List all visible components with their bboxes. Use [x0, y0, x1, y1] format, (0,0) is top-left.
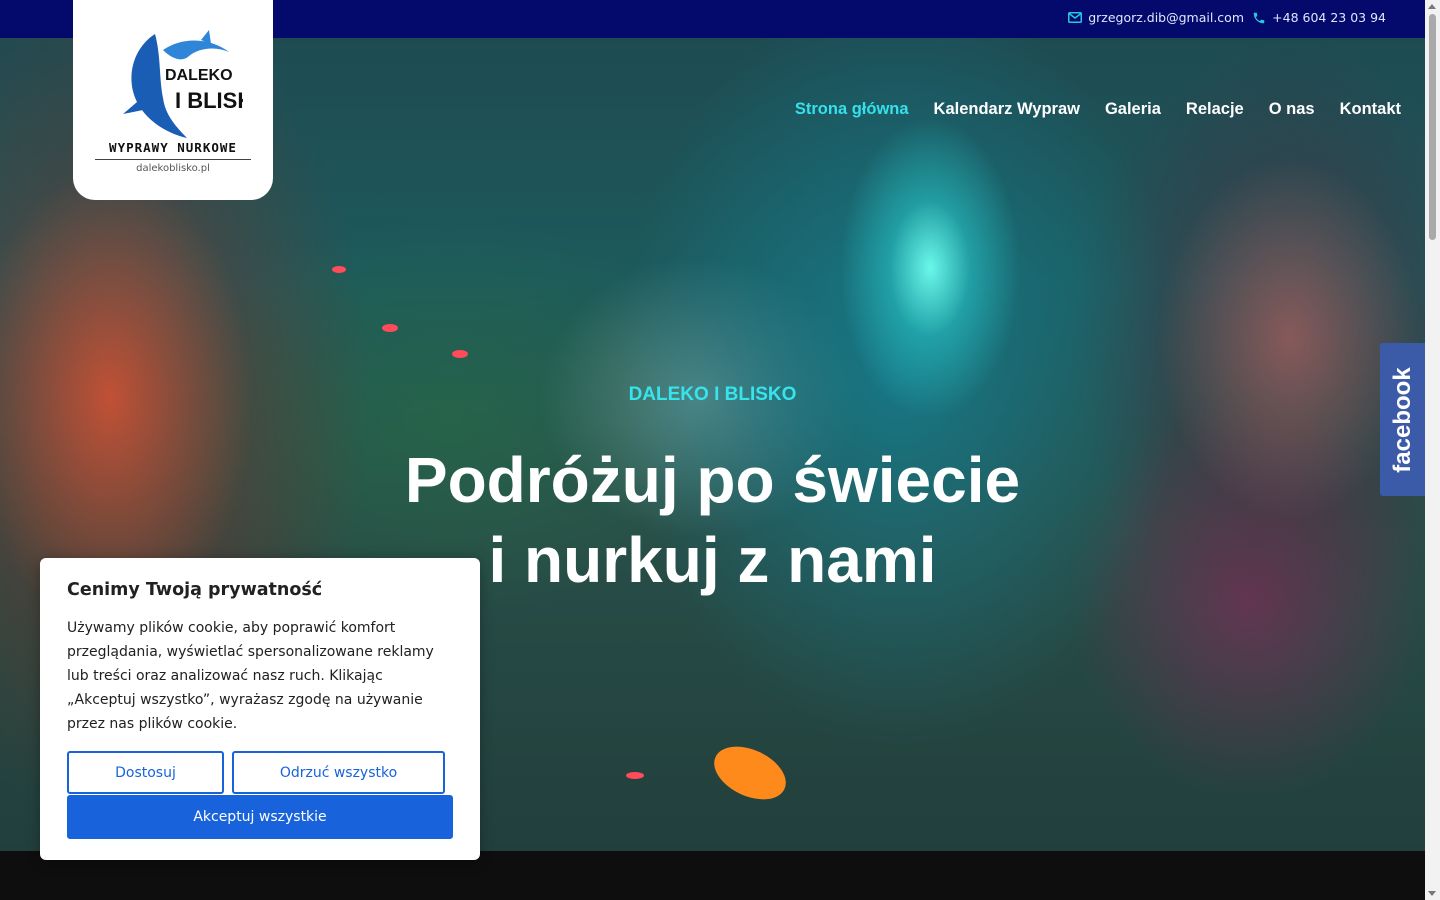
- customize-button[interactable]: Dostosuj: [67, 751, 224, 794]
- email-text: grzegorz.dib@gmail.com: [1088, 10, 1244, 25]
- nav-item-kontakt[interactable]: Kontakt: [1340, 100, 1401, 119]
- svg-text:DALEKO: DALEKO: [165, 67, 233, 84]
- nav-item-relacje[interactable]: Relacje: [1186, 100, 1244, 119]
- decorative-fish: [705, 736, 795, 810]
- decorative-fish: [332, 266, 346, 273]
- hero-headline-line2: i nurkuj z nami: [488, 524, 937, 596]
- scroll-down-arrow-icon[interactable]: [1428, 891, 1436, 896]
- svg-text:I BLISKO: I BLISKO: [175, 88, 243, 113]
- cookie-consent-dialog: Cenimy Twoją prywatność Używamy plików c…: [40, 558, 480, 860]
- cookie-description: Używamy plików cookie, aby poprawić komf…: [67, 620, 434, 732]
- phone-contact-link[interactable]: +48 604 23 03 94: [1252, 10, 1386, 25]
- logo-subtitle: WYPRAWY NURKOWE: [109, 140, 237, 155]
- shark-logo-icon: DALEKO I BLISKO: [123, 30, 243, 138]
- scroll-up-arrow-icon[interactable]: [1428, 4, 1436, 9]
- site-logo[interactable]: DALEKO I BLISKO WYPRAWY NURKOWE dalekobl…: [73, 0, 273, 200]
- email-contact-link[interactable]: grzegorz.dib@gmail.com: [1068, 10, 1244, 25]
- phone-text: +48 604 23 03 94: [1272, 10, 1386, 25]
- facebook-side-tab[interactable]: facebook: [1380, 343, 1425, 496]
- logo-url: dalekoblisko.pl: [136, 163, 210, 174]
- hero-kicker: DALEKO I BLISKO: [628, 384, 797, 405]
- accept-all-button[interactable]: Akceptuj wszystkie: [67, 795, 453, 839]
- decorative-fish: [452, 350, 468, 358]
- nav-item-strona-glowna[interactable]: Strona główna: [795, 100, 909, 119]
- scrollbar-thumb[interactable]: [1429, 14, 1436, 240]
- logo-divider: [95, 159, 251, 160]
- facebook-label: facebook: [1388, 366, 1416, 473]
- nav-item-o-nas[interactable]: O nas: [1269, 100, 1315, 119]
- envelope-icon: [1068, 12, 1083, 23]
- phone-icon: [1253, 12, 1265, 23]
- page-scrollbar[interactable]: [1425, 0, 1440, 900]
- main-nav: Strona główna Kalendarz Wypraw Galeria R…: [795, 100, 1401, 119]
- decorative-fish: [626, 772, 644, 779]
- decorative-fish: [382, 324, 398, 332]
- hero-headline-line1: Podróżuj po świecie: [404, 444, 1021, 516]
- cookie-title: Cenimy Twoją prywatność: [67, 580, 323, 600]
- reject-all-button[interactable]: Odrzuć wszystko: [232, 751, 445, 794]
- nav-item-kalendarz-wypraw[interactable]: Kalendarz Wypraw: [934, 100, 1080, 119]
- nav-item-galeria[interactable]: Galeria: [1105, 100, 1161, 119]
